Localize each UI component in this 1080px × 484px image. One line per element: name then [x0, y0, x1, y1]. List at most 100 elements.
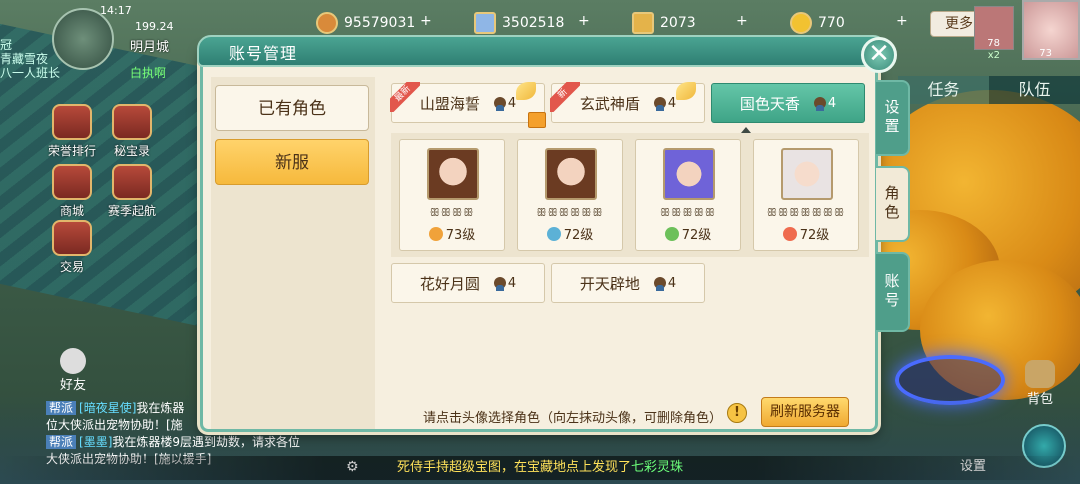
chat-text: 位大侠派出宠物协助！[施 [46, 418, 183, 432]
role-name: ꕥꕥꕥꕥꕥꕥ [536, 206, 604, 219]
role-card[interactable]: ꕥꕥꕥꕥ 73级 [399, 139, 505, 251]
server-name: 玄武神盾 [579, 94, 640, 113]
role-avatar[interactable] [427, 148, 479, 200]
resource-value: 770 [818, 15, 845, 31]
server-tab-selected[interactable]: 国色天香 4 [711, 83, 865, 123]
chat-text: 我在炼器楼9层遇到劫数，请求各位 [112, 435, 301, 449]
server-tab[interactable]: 花好月圆 4 [391, 263, 545, 303]
tab-role[interactable]: 角色 [876, 166, 910, 242]
copper-coin-icon [316, 12, 338, 34]
server-tab[interactable]: 最新 山盟海誓 4 [390, 82, 546, 128]
sect-icon [782, 227, 797, 241]
newest-ribbon: 最新 [390, 82, 420, 112]
tab-team[interactable]: 队伍 [989, 76, 1080, 104]
add-copper-button[interactable]: + [420, 13, 432, 29]
resource-value: 3502518 [502, 15, 565, 31]
role-level-row: 72级 [518, 224, 622, 243]
resource-value: 95579031 [344, 15, 416, 31]
bag-label: 背包 [1026, 392, 1053, 407]
existing-roles-button[interactable]: 已有角色 [215, 85, 369, 131]
chat-tag: 帮派 [46, 435, 77, 449]
bag-button[interactable]: 背包 [1020, 360, 1060, 407]
role-card[interactable]: ꕥꕥꕥꕥꕥ 72级 [635, 139, 741, 251]
new-server-button[interactable]: 新服 [215, 139, 369, 185]
close-icon: ✕ [868, 39, 890, 69]
tab-settings[interactable]: 设置 [876, 80, 910, 156]
add-ingot-button[interactable]: + [896, 13, 908, 29]
treasure-book-button[interactable]: 秘宝录 [102, 104, 162, 159]
tab-account[interactable]: 账号 [876, 252, 910, 332]
server-name: 花好月圆 [419, 274, 480, 293]
server-tab[interactable]: 新 玄武神盾 4 [550, 82, 705, 123]
friends-button[interactable]: 好友 [48, 348, 98, 393]
close-button[interactable]: ✕ [861, 37, 897, 73]
info-icon[interactable]: ! [727, 403, 747, 423]
sect-icon [546, 227, 561, 241]
nearby-green-name: 白执啊 [130, 66, 167, 80]
add-silver-button[interactable]: + [578, 13, 590, 29]
resource-ingot: 770 [790, 12, 845, 34]
menu-label: 赛季起航 [107, 204, 156, 218]
chat-sender[interactable]: [暗夜星使] [79, 401, 136, 415]
menu-label: 商城 [59, 204, 84, 218]
resource-silver: 3502518 [474, 12, 564, 34]
wing-icon [676, 82, 696, 100]
account-dialog: 账号管理 ✕ 已有角色 新服 最新 山盟海誓 4 新 玄武神盾 4 国色天香 4… [197, 35, 897, 432]
player-count: 4 [507, 95, 517, 111]
player-count-icon [813, 97, 826, 111]
server-tab[interactable]: 开天辟地 4 [551, 263, 705, 303]
sect-icon [428, 227, 443, 241]
honor-rank-icon [52, 104, 92, 140]
shop-button[interactable]: 商城 [42, 164, 102, 219]
server-name: 山盟海誓 [419, 94, 480, 113]
ribbon-text: 最新 [390, 82, 420, 112]
treasure-book-icon [112, 104, 152, 140]
gear-icon[interactable]: ⚙ [346, 459, 359, 475]
menu-label: 荣誉排行 [47, 144, 96, 158]
refresh-server-button[interactable]: 刷新服务器 [761, 397, 849, 427]
role-card[interactable]: ꕥꕥꕥꕥꕥꕥꕥ 72级 [753, 139, 859, 251]
player-count: 4 [667, 275, 677, 291]
nearby-names: 冠 青藏雪夜 八一人班长 [0, 38, 60, 80]
menu-label: 秘宝录 [113, 144, 150, 158]
player-level: 73 [1039, 48, 1052, 59]
friends-label: 好友 [59, 378, 86, 393]
role-card[interactable]: ꕥꕥꕥꕥꕥꕥ 72级 [517, 139, 623, 251]
role-avatar[interactable] [781, 148, 833, 200]
task-team-tabs: 任务 队伍 [898, 76, 1080, 104]
season-button[interactable]: 赛季起航 [102, 164, 162, 219]
honor-rank-button[interactable]: 荣誉排行 [42, 104, 102, 159]
gift-icon[interactable] [528, 112, 546, 128]
role-name: ꕥꕥꕥꕥꕥꕥꕥ [766, 206, 846, 219]
shop-icon [52, 164, 92, 200]
role-avatar[interactable] [663, 148, 715, 200]
add-scroll-button[interactable]: + [736, 13, 748, 29]
hint-text: 请点击头像选择角色（向左抹动头像，可删除角色） [423, 411, 723, 426]
wing-icon [516, 82, 536, 100]
role-level-row: 73级 [400, 224, 504, 243]
gold-scroll-icon [632, 12, 654, 34]
nearby-name: 青藏雪夜 [0, 52, 49, 66]
role-level: 72级 [681, 228, 712, 243]
pet-level: 78 [987, 38, 1000, 49]
chat-sender[interactable]: [墨墨] [79, 435, 112, 449]
silver-note-icon [474, 12, 496, 34]
player-count: 4 [827, 95, 837, 111]
role-avatar[interactable] [545, 148, 597, 200]
chat-tag: 帮派 [46, 401, 77, 415]
player-count-icon [493, 277, 506, 291]
role-name: ꕥꕥꕥꕥꕥ [659, 206, 717, 219]
player-count-icon [493, 97, 506, 111]
dialog-header: 账号管理 [197, 35, 887, 67]
player-count-icon [653, 97, 666, 111]
announcement-bar: 死侍手持超级宝图，在宝藏地点上发现了七彩灵珠 [0, 456, 1080, 480]
announcement-text: 死侍手持超级宝图，在宝藏地点上发现了 [396, 460, 631, 475]
announcement-highlight: 七彩灵珠 [631, 460, 684, 475]
role-level: 72级 [563, 228, 594, 243]
trade-button[interactable]: 交易 [42, 220, 102, 275]
bag-icon [1025, 360, 1055, 388]
player-count: 4 [667, 95, 677, 111]
tab-task[interactable]: 任务 [898, 76, 989, 104]
nearby-name: 八一人班长 [0, 66, 61, 80]
left-pane: 已有角色 新服 [211, 77, 375, 429]
